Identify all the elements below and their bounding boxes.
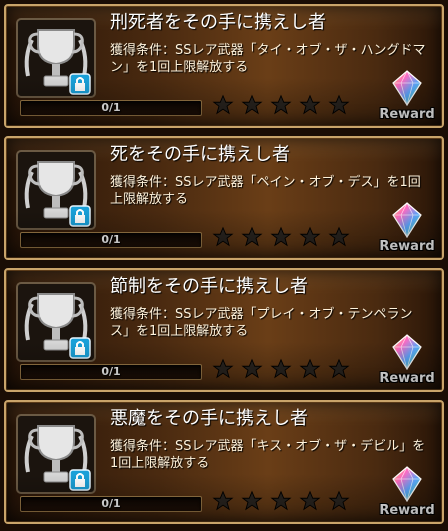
progress-text: 0/1 xyxy=(101,233,121,246)
lock-badge-icon xyxy=(69,205,91,227)
achievement-list: 刑死者をその手に携えし者 獲得条件：SSレア武器「タイ・オブ・ザ・ハングドマン」… xyxy=(0,0,448,531)
star-rating xyxy=(212,490,352,514)
reward-button[interactable]: Reward xyxy=(378,334,436,388)
achievement-card[interactable]: 死をその手に携えし者 獲得条件：SSレア武器「ペイン・オブ・デス」を1回上限解放… xyxy=(4,136,444,260)
progress-bar: 0/1 xyxy=(20,232,202,248)
reward-button[interactable]: Reward xyxy=(378,70,436,124)
star-icon xyxy=(328,94,350,115)
star-icon xyxy=(299,490,321,511)
achievement-card[interactable]: 刑死者をその手に携えし者 獲得条件：SSレア武器「タイ・オブ・ザ・ハングドマン」… xyxy=(4,4,444,128)
progress-bar: 0/1 xyxy=(20,100,202,116)
silver-trophy-icon xyxy=(16,150,96,230)
silver-trophy-icon xyxy=(16,18,96,98)
progress-text: 0/1 xyxy=(101,497,121,510)
rainbow-gem-icon xyxy=(392,202,422,238)
progress-text: 0/1 xyxy=(101,101,121,114)
achievement-title: 節制をその手に携えし者 xyxy=(110,276,308,297)
lock-badge-icon xyxy=(69,337,91,359)
lock-badge-icon xyxy=(69,469,91,491)
reward-label: Reward xyxy=(379,503,435,518)
reward-label: Reward xyxy=(379,371,435,386)
silver-trophy-icon xyxy=(16,414,96,494)
reward-label: Reward xyxy=(379,107,435,122)
star-icon xyxy=(241,94,263,115)
reward-button[interactable]: Reward xyxy=(378,202,436,256)
star-icon xyxy=(299,226,321,247)
star-icon xyxy=(212,490,234,511)
star-rating xyxy=(212,226,352,250)
star-icon xyxy=(241,358,263,379)
star-icon xyxy=(270,226,292,247)
reward-button[interactable]: Reward xyxy=(378,466,436,520)
rainbow-gem-icon xyxy=(392,466,422,502)
progress-bar: 0/1 xyxy=(20,496,202,512)
star-icon xyxy=(212,94,234,115)
achievement-title: 死をその手に携えし者 xyxy=(110,144,290,165)
star-icon xyxy=(270,358,292,379)
star-icon xyxy=(270,94,292,115)
star-icon xyxy=(328,490,350,511)
lock-badge-icon xyxy=(69,73,91,95)
achievement-card[interactable]: 節制をその手に携えし者 獲得条件：SSレア武器「プレイ・オブ・テンペランス」を1… xyxy=(4,268,444,392)
star-icon xyxy=(241,490,263,511)
silver-trophy-icon xyxy=(16,282,96,362)
star-icon xyxy=(241,226,263,247)
rainbow-gem-icon xyxy=(392,334,422,370)
rainbow-gem-icon xyxy=(392,70,422,106)
progress-text: 0/1 xyxy=(101,365,121,378)
star-rating xyxy=(212,94,352,118)
achievement-title: 刑死者をその手に携えし者 xyxy=(110,12,326,33)
reward-label: Reward xyxy=(379,239,435,254)
star-icon xyxy=(299,94,321,115)
star-icon xyxy=(328,226,350,247)
progress-bar: 0/1 xyxy=(20,364,202,380)
achievement-title: 悪魔をその手に携えし者 xyxy=(110,408,308,429)
star-icon xyxy=(212,226,234,247)
star-icon xyxy=(212,358,234,379)
star-icon xyxy=(270,490,292,511)
star-icon xyxy=(299,358,321,379)
achievement-card[interactable]: 悪魔をその手に携えし者 獲得条件：SSレア武器「キス・オブ・ザ・デビル」を1回上… xyxy=(4,400,444,524)
star-rating xyxy=(212,358,352,382)
star-icon xyxy=(328,358,350,379)
